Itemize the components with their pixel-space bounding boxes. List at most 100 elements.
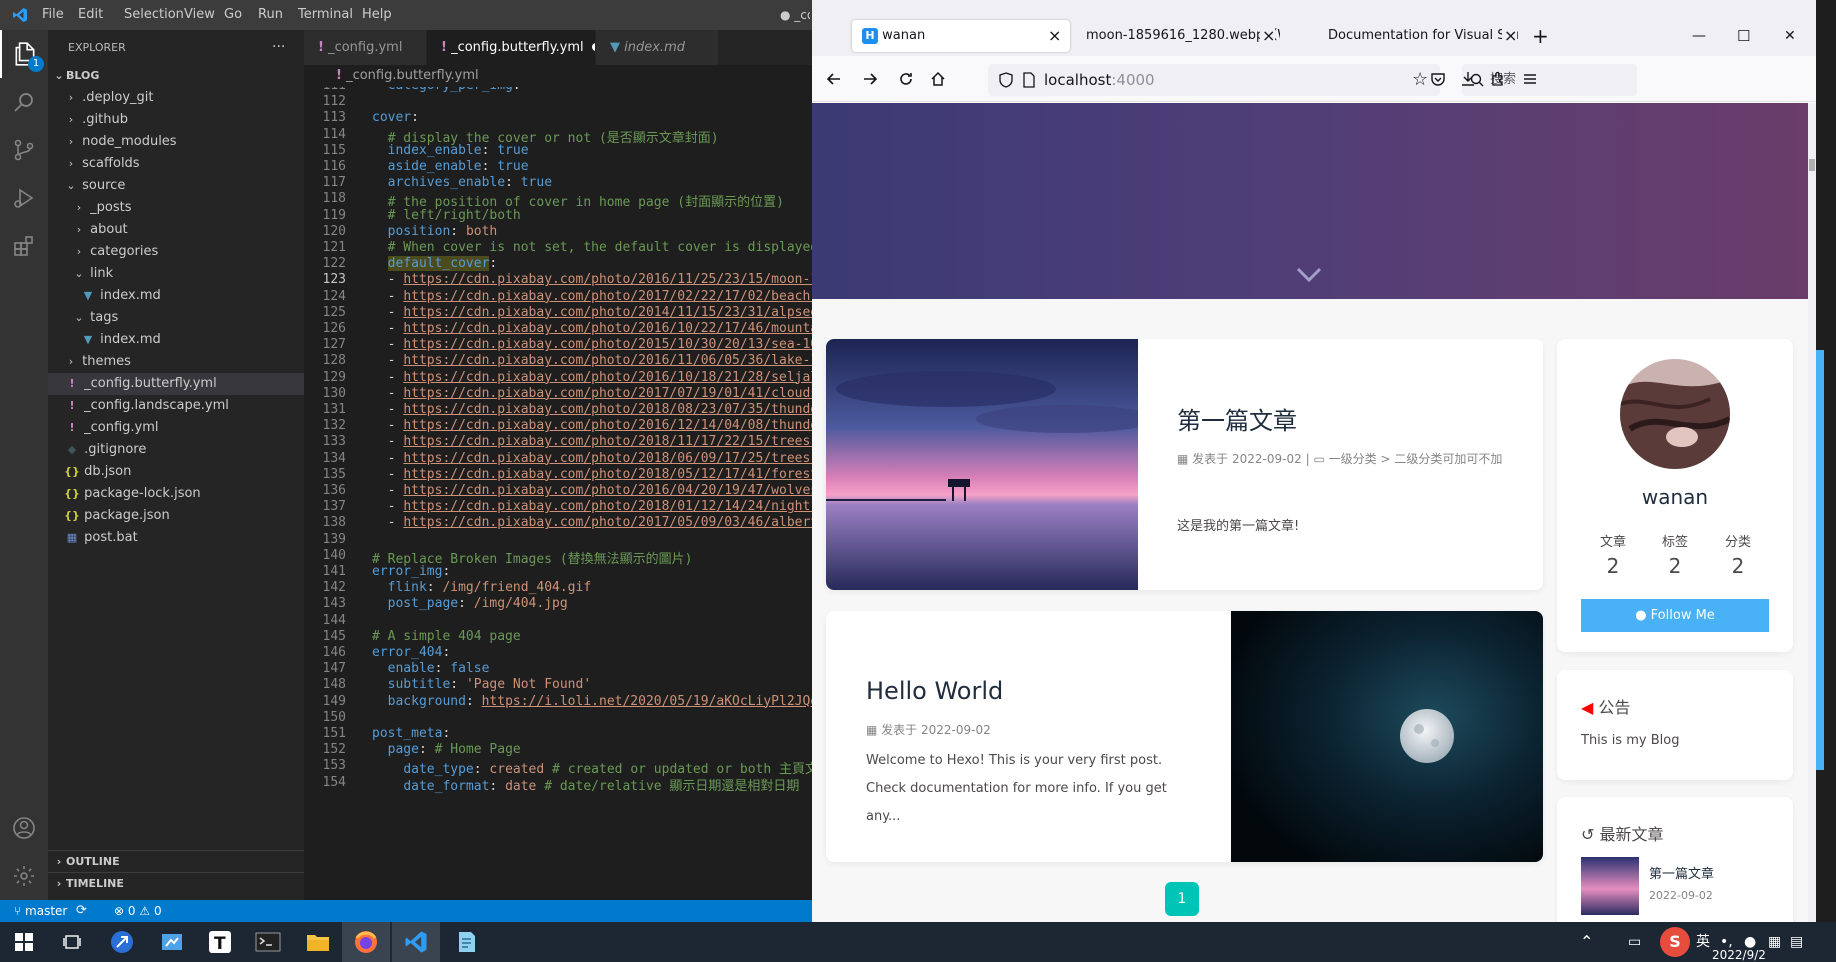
code-line[interactable]: subtitle: 'Page Not Found': [372, 677, 592, 692]
tree-folder[interactable]: ⌄ link: [48, 263, 304, 285]
tree-file[interactable]: {} db.json: [48, 461, 304, 483]
pocket-icon[interactable]: [1430, 71, 1446, 87]
home-icon[interactable]: [930, 71, 946, 87]
tray-chevron-up-icon[interactable]: ⌃: [1580, 922, 1593, 962]
code-line[interactable]: - https://cdn.pixabay.com/photo/2018/08/…: [372, 402, 812, 417]
minimize-button[interactable]: —: [1692, 20, 1706, 52]
extensions-puzzle-icon[interactable]: [1490, 71, 1506, 87]
ime-language[interactable]: 英: [1696, 922, 1710, 962]
post-title[interactable]: 第一篇文章: [1177, 401, 1297, 436]
code-line[interactable]: - https://cdn.pixabay.com/photo/2017/02/…: [372, 289, 812, 304]
avatar[interactable]: [1620, 359, 1730, 469]
branch-indicator[interactable]: ⑂ master: [14, 900, 67, 922]
code-line[interactable]: # left/right/both: [372, 208, 521, 223]
post-title[interactable]: Hello World: [866, 677, 1003, 705]
tree-file[interactable]: {} package.json: [48, 505, 304, 527]
category-link[interactable]: 一级分类: [1329, 452, 1377, 466]
firefox-taskbar-icon[interactable]: [342, 922, 390, 962]
start-button[interactable]: [0, 922, 48, 962]
code-line[interactable]: - https://cdn.pixabay.com/photo/2018/05/…: [372, 467, 812, 482]
paint-app-icon[interactable]: [148, 922, 196, 962]
notification-icon[interactable]: ▭: [1628, 922, 1641, 962]
source-control-icon[interactable]: [0, 126, 48, 174]
file-explorer-icon[interactable]: [294, 922, 342, 962]
hamburger-menu-icon[interactable]: [1522, 71, 1538, 87]
url-bar[interactable]: localhost:4000 ☆: [988, 64, 1440, 96]
tree-folder[interactable]: › .github: [48, 109, 304, 131]
explorer-activity-icon[interactable]: 1: [0, 30, 48, 78]
tree-folder[interactable]: › themes: [48, 351, 304, 373]
ime-settings-icon[interactable]: ▤: [1790, 922, 1803, 962]
tree-file[interactable]: ◆ .gitignore: [48, 439, 304, 461]
tree-folder[interactable]: › scaffolds: [48, 153, 304, 175]
code-line[interactable]: error_404:: [372, 645, 450, 660]
breadcrumb[interactable]: ! _config.butterfly.yml: [304, 65, 479, 87]
outline-section[interactable]: › OUTLINE: [48, 850, 304, 872]
recent-post-title[interactable]: 第一篇文章: [1649, 863, 1714, 882]
code-line[interactable]: default_cover:: [372, 256, 497, 272]
tree-folder[interactable]: › node_modules: [48, 131, 304, 153]
tree-folder[interactable]: › categories: [48, 241, 304, 263]
code-line[interactable]: post_meta:: [372, 726, 450, 741]
notepad-app-icon[interactable]: [442, 922, 490, 962]
code-line[interactable]: - https://cdn.pixabay.com/photo/2017/05/…: [372, 515, 812, 530]
browser-tab-wanan[interactable]: H wanan ×: [852, 20, 1070, 52]
typora-icon[interactable]: T: [196, 922, 244, 962]
scroll-down-chevron-icon[interactable]: [1296, 267, 1322, 283]
code-line[interactable]: - https://cdn.pixabay.com/photo/2016/12/…: [372, 418, 812, 433]
post-card[interactable]: Hello World ▦ 发表于 2022-09-02 Welcome to …: [826, 611, 1543, 862]
back-arrow-icon[interactable]: [826, 71, 842, 87]
tab-close-icon[interactable]: ×: [1260, 20, 1276, 52]
post-card[interactable]: 第一篇文章 ▦ 发表于 2022-09-02 | ▭ 一级分类 > 二级分类可加…: [826, 339, 1543, 590]
stat-posts[interactable]: 文章 2: [1583, 531, 1643, 578]
app-feather-icon[interactable]: [98, 922, 146, 962]
sync-icon[interactable]: ⟳: [76, 900, 87, 922]
code-line[interactable]: - https://cdn.pixabay.com/photo/2016/11/…: [372, 353, 812, 368]
tree-folder[interactable]: › .deploy_git: [48, 87, 304, 109]
code-line[interactable]: - https://cdn.pixabay.com/photo/2016/10/…: [372, 321, 812, 336]
code-line[interactable]: date_format: date # date/relative 顯示日期還是…: [372, 775, 799, 794]
code-line[interactable]: cover:: [372, 110, 419, 125]
code-line[interactable]: - https://cdn.pixabay.com/photo/2015/10/…: [372, 337, 812, 352]
unsaved-dot-icon[interactable]: [591, 43, 595, 51]
maximize-button[interactable]: ☐: [1737, 20, 1750, 52]
tree-file[interactable]: ! _config.butterfly.yml: [48, 373, 304, 395]
close-window-button[interactable]: ✕: [1784, 20, 1796, 52]
settings-gear-icon[interactable]: [0, 852, 48, 900]
code-line[interactable]: page: # Home Page: [372, 742, 521, 757]
tree-file[interactable]: ▼ index.md: [48, 329, 304, 351]
code-line[interactable]: background: https://i.loli.net/2020/05/1…: [372, 694, 812, 709]
clock-date[interactable]: 2022/9/2: [1712, 948, 1766, 962]
tree-file[interactable]: ▼ index.md: [48, 285, 304, 307]
forward-arrow-icon[interactable]: [862, 71, 878, 87]
code-line[interactable]: # When cover is not set, the default cov…: [372, 240, 812, 255]
code-line[interactable]: - https://cdn.pixabay.com/photo/2016/10/…: [372, 370, 812, 385]
tree-folder[interactable]: ⌄ source: [48, 175, 304, 197]
run-debug-icon[interactable]: [0, 174, 48, 222]
post-cover-moon[interactable]: [1231, 611, 1543, 862]
task-view-icon[interactable]: [48, 922, 96, 962]
menu-edit[interactable]: Edit: [78, 0, 103, 30]
account-icon[interactable]: [0, 804, 48, 852]
vscode-taskbar-icon[interactable]: [392, 922, 440, 962]
problems-indicator[interactable]: ⊗ 0 ⚠ 0: [114, 900, 162, 922]
terminal-app-icon[interactable]: [244, 922, 292, 962]
new-tab-button[interactable]: +: [1532, 20, 1549, 52]
code-line[interactable]: index_enable: true: [372, 143, 529, 158]
explorer-root-folder[interactable]: ⌄ BLOG: [48, 65, 304, 87]
tab-index-md[interactable]: ▼ index.md: [596, 30, 718, 65]
tree-file[interactable]: ! _config.yml: [48, 417, 304, 439]
search-bar[interactable]: 搜索: [1462, 64, 1637, 96]
code-line[interactable]: - https://cdn.pixabay.com/photo/2016/11/…: [372, 272, 812, 287]
code-editor[interactable]: 111 category_per_img: 112113 cover: 114 # d…: [304, 87, 812, 900]
tree-folder[interactable]: ⌄ tags: [48, 307, 304, 329]
tree-file[interactable]: {} package-lock.json: [48, 483, 304, 505]
stat-categories[interactable]: 分类 2: [1708, 531, 1768, 578]
tree-file[interactable]: ▦ post.bat: [48, 527, 304, 549]
code-line[interactable]: aside_enable: true: [372, 159, 529, 174]
tab-config-yml[interactable]: ! _config.yml: [304, 30, 426, 65]
category-link[interactable]: 二级分类可加可不加: [1394, 452, 1502, 466]
tab-config-butterfly-yml[interactable]: ! _config.butterfly.yml: [427, 30, 595, 65]
follow-me-button[interactable]: ● Follow Me: [1581, 599, 1769, 632]
post-cover-sunset[interactable]: [826, 339, 1138, 590]
